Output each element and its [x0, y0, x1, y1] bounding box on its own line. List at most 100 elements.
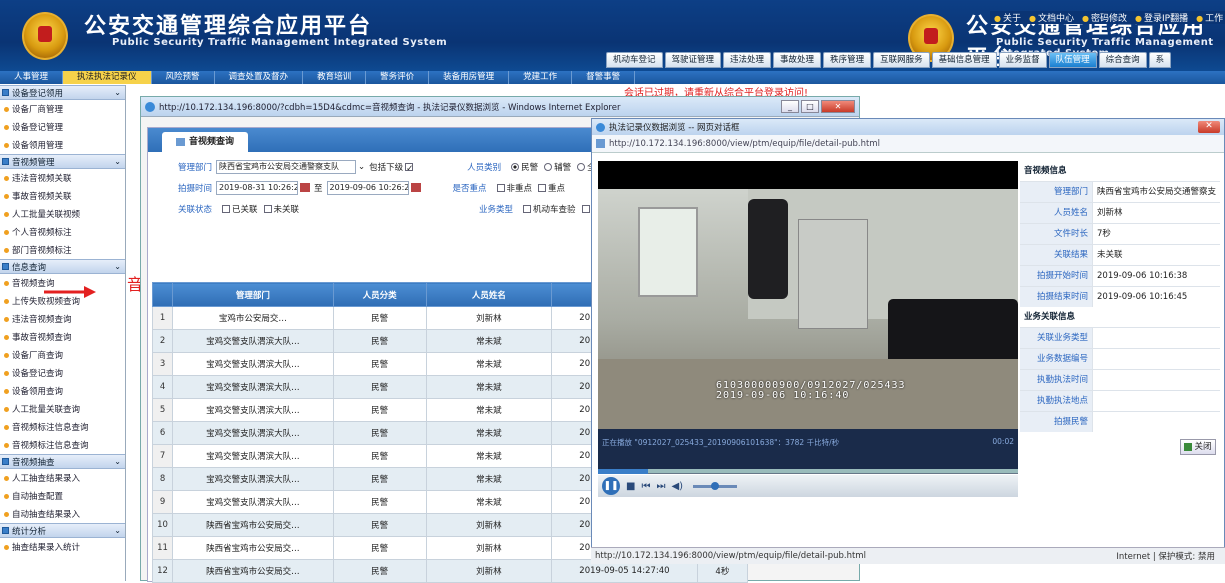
sidebar-item[interactable]: 设备登记查询	[0, 364, 125, 382]
nav-item[interactable]: 警务评价	[366, 71, 430, 84]
radio-button[interactable]	[577, 163, 586, 171]
sidebar-item[interactable]: 设备登记管理	[0, 118, 125, 136]
video-player[interactable]: 610300000900/0912027/025433 2019-09-06 10…	[598, 161, 1018, 429]
checkbox[interactable]	[538, 184, 547, 192]
calendar-icon[interactable]	[410, 183, 421, 192]
annotation-arrow-icon	[44, 286, 96, 298]
bullet-icon	[4, 442, 9, 448]
sidebar-item[interactable]: 违法音视频查询	[0, 310, 125, 328]
sidebar-item[interactable]: 抽查结果录入统计	[0, 538, 125, 556]
sidebar-item-label: 事故音视频查询	[12, 333, 72, 343]
sidebar-item[interactable]: 音视频标注信息查询	[0, 436, 125, 454]
nav-item[interactable]: 调查处置及督办	[215, 71, 304, 84]
time-from-input[interactable]: 2019-08-31 10:26:2	[216, 180, 298, 195]
radio-button[interactable]	[511, 163, 520, 171]
dialog-close-icon[interactable]: ✕	[1198, 121, 1220, 133]
sidebar-item[interactable]: 部门音视频标注	[0, 241, 125, 259]
row-number: 3	[151, 352, 174, 376]
include-sub-checkbox[interactable]: ✓	[405, 162, 413, 174]
nav-item[interactable]: 风险预警	[152, 71, 215, 84]
sidebar-item[interactable]: 人工批量关联查询	[0, 400, 125, 418]
module-tab[interactable]: 综合查询	[1098, 52, 1147, 68]
module-tab[interactable]: 队伍管理	[1048, 52, 1097, 68]
tab-av-query[interactable]: 音视频查询	[162, 132, 249, 152]
sidebar-item[interactable]: 设备厂商管理	[0, 100, 125, 118]
top-link[interactable]: 文档中心	[1029, 11, 1074, 24]
sidebar-item[interactable]: 设备领用管理	[0, 136, 125, 154]
sidebar-group-label: 音视频管理	[12, 157, 55, 168]
top-link[interactable]: 密码修改	[1082, 11, 1127, 24]
sidebar-item[interactable]: 个人音视频标注	[0, 223, 125, 241]
top-link[interactable]: 工作	[1196, 11, 1223, 24]
checkbox[interactable]	[222, 205, 230, 213]
sidebar-group[interactable]: 音视频抽查 ⌄	[0, 454, 125, 469]
checkbox[interactable]	[523, 205, 532, 213]
top-link[interactable]: 登录IP翻播	[1135, 11, 1188, 24]
table-cell: 刘新林	[425, 306, 553, 330]
minimize-button[interactable]: _	[781, 100, 799, 113]
sidebar-item[interactable]: 自动抽查配置	[0, 487, 125, 505]
dialog-title: 执法记录仪数据浏览 -- 网页对话框	[609, 123, 740, 133]
checkbox[interactable]	[581, 205, 590, 213]
nav-item[interactable]: 教育培训	[303, 71, 367, 84]
checkbox[interactable]	[496, 184, 505, 192]
nav-item[interactable]: 执法执法记录仪	[63, 71, 152, 84]
sidebar-group[interactable]: 音视频管理 ⌄	[0, 154, 125, 169]
sidebar-item[interactable]: 设备领用查询	[0, 382, 125, 400]
table-cell: 常未斌	[425, 329, 553, 353]
volume-slider[interactable]	[693, 481, 738, 490]
pause-button[interactable]: ❚❚	[602, 477, 620, 495]
module-tab[interactable]: 业务监督	[998, 52, 1047, 68]
dept-select[interactable]: 陕西省宝鸡市公安局交通警察支队	[216, 159, 356, 174]
module-tab[interactable]: 基础信息管理	[931, 52, 997, 68]
video-progress[interactable]	[598, 469, 1018, 474]
next-icon[interactable]: ⏭	[656, 481, 665, 492]
module-tab[interactable]: 事故处理	[773, 52, 822, 68]
nav-item[interactable]: 督警事警	[572, 71, 636, 84]
sidebar-item-label: 自动抽查配置	[12, 492, 64, 502]
prev-icon[interactable]: ⏮	[641, 481, 650, 492]
bullet-icon	[4, 316, 9, 322]
calendar-icon[interactable]	[300, 183, 310, 192]
close-button[interactable]: 关闭	[1180, 439, 1216, 455]
info-row: 拍摄结束时间 2019-09-06 10:16:45	[1020, 286, 1220, 307]
chevron-down-icon: ⌄	[114, 457, 121, 466]
info-key: 关联结果	[1020, 245, 1092, 265]
radio-button[interactable]	[544, 163, 553, 171]
nav-item[interactable]: 党建工作	[509, 71, 573, 84]
top-link[interactable]: 关于	[994, 11, 1021, 24]
bullet-icon	[4, 193, 9, 199]
sidebar-item[interactable]: 违法音视频关联	[0, 169, 125, 187]
sidebar-group[interactable]: 信息查询 ⌄	[0, 259, 125, 274]
sidebar-item[interactable]: 人工抽查结果录入	[0, 469, 125, 487]
nav-item[interactable]: 装备用房管理	[429, 71, 510, 84]
module-tab[interactable]: 违法处理	[723, 52, 772, 68]
checkbox[interactable]	[263, 205, 272, 213]
sidebar-item[interactable]: 事故音视频查询	[0, 328, 125, 346]
module-tab[interactable]: 驾驶证管理	[664, 52, 722, 68]
close-window-button[interactable]: ✕	[821, 100, 855, 113]
time-to-input[interactable]: 2019-09-06 10:26:2	[326, 180, 409, 195]
module-tab[interactable]: 互联网服务	[873, 52, 930, 68]
table-cell: 民警	[332, 421, 427, 445]
bullet-icon	[4, 388, 9, 394]
sidebar-item[interactable]: 自动抽查结果录入	[0, 505, 125, 523]
sidebar-group[interactable]: 统计分析 ⌄	[0, 523, 125, 538]
stop-icon[interactable]: ■	[626, 481, 635, 492]
dept-label: 管理部门	[177, 162, 212, 173]
nav-item[interactable]: 人事管理	[0, 71, 64, 84]
module-tab[interactable]: 机动车登记	[606, 52, 663, 68]
sidebar-item[interactable]: 人工批量关联视频	[0, 205, 125, 223]
module-tab[interactable]: 秩序管理	[823, 52, 872, 68]
table-cell: 民警	[332, 444, 427, 468]
sidebar-item[interactable]: 音视频标注信息查询	[0, 418, 125, 436]
sidebar-item[interactable]: 事故音视频关联	[0, 187, 125, 205]
column-header: 管理部门	[172, 282, 334, 307]
sidebar-item[interactable]: 设备厂商查询	[0, 346, 125, 364]
volume-icon[interactable]: ◀)	[671, 481, 683, 492]
info-key: 执勤执法时间	[1020, 370, 1092, 390]
module-tab[interactable]: 系	[1148, 52, 1172, 68]
maximize-button[interactable]: □	[801, 100, 819, 113]
sidebar-group[interactable]: 设备登记领用 ⌄	[0, 85, 125, 100]
row-number: 11	[151, 536, 174, 560]
